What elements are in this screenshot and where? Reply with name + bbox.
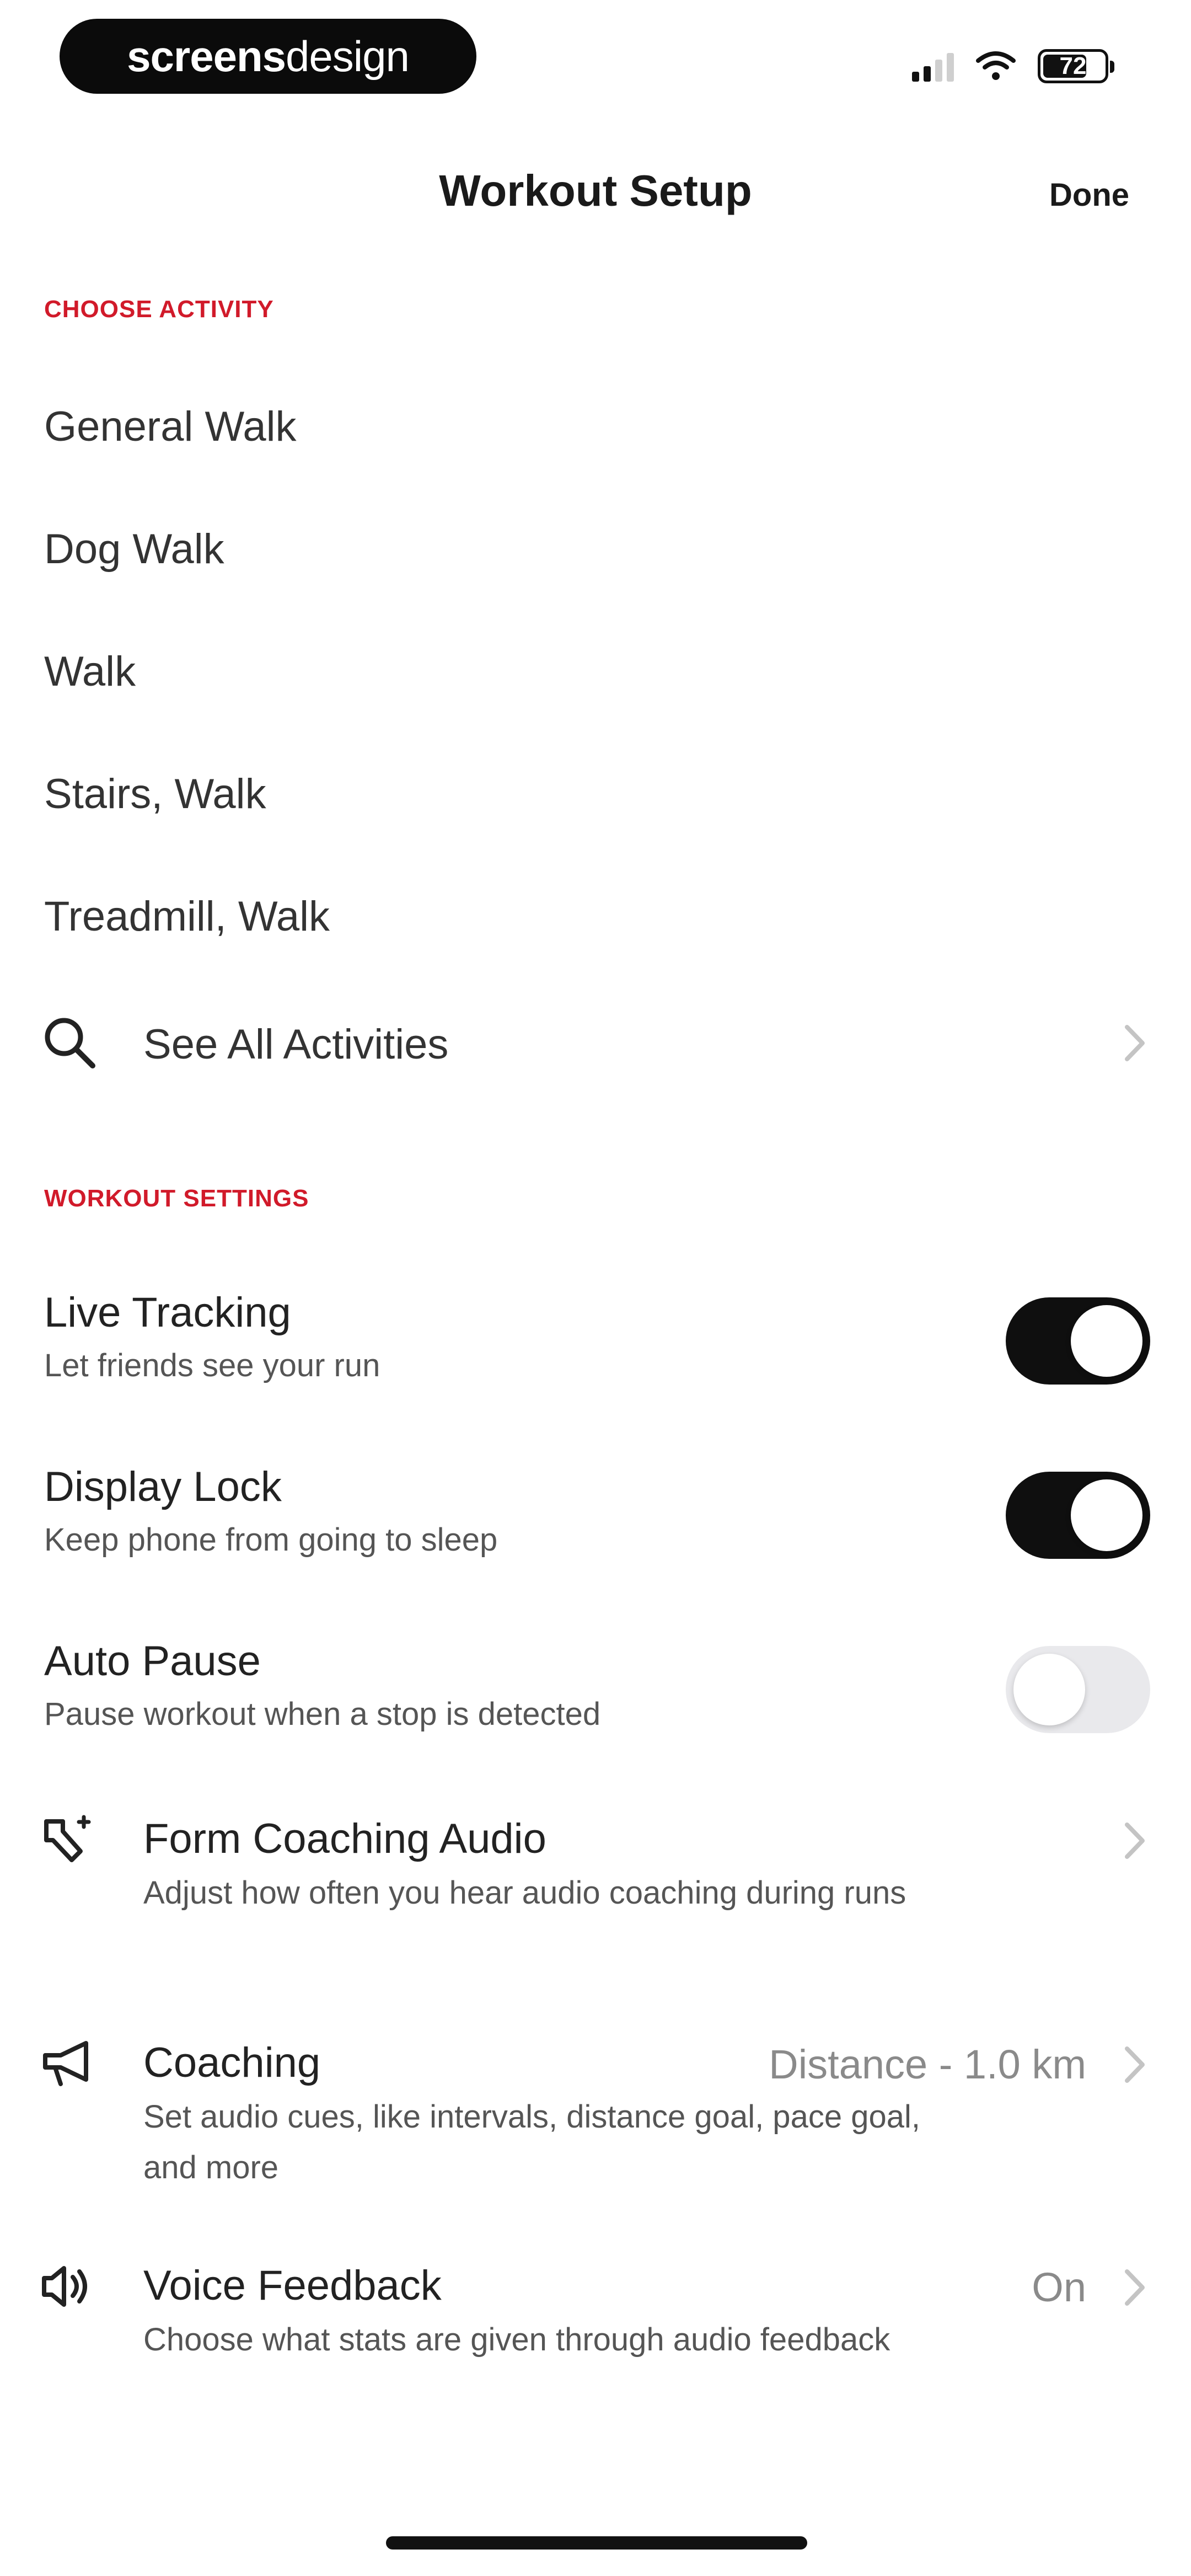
battery-icon: 72	[1038, 49, 1114, 83]
setting-row-voice-feedback[interactable]: Voice Feedback On Choose what stats are …	[0, 2256, 1191, 2422]
see-all-activities-label: See All Activities	[143, 1021, 449, 1068]
navigation-bar: Workout Setup Done	[0, 143, 1191, 243]
toggle-knob	[1071, 1305, 1142, 1377]
setting-row-auto-pause: Auto Pause Pause workout when a stop is …	[0, 1634, 1191, 1761]
brand-text-part1: screens	[127, 31, 286, 81]
home-indicator	[386, 2536, 807, 2550]
setting-title-live-tracking: Live Tracking	[44, 1289, 291, 1336]
display-lock-toggle[interactable]	[1006, 1472, 1150, 1559]
form-coaching-audio-title: Form Coaching Audio	[143, 1815, 546, 1862]
toggle-knob	[1013, 1654, 1085, 1725]
search-icon	[45, 1018, 95, 1068]
activity-item-stairs-walk[interactable]: Stairs, Walk	[44, 770, 266, 818]
setting-subtitle-live-tracking: Let friends see your run	[44, 1348, 380, 1383]
form-coaching-icon	[44, 1815, 91, 1862]
setting-title-display-lock: Display Lock	[44, 1463, 282, 1510]
voice-feedback-value: On	[1032, 2264, 1086, 2310]
see-all-activities-row[interactable]: See All Activities	[0, 1004, 1191, 1081]
chevron-right-icon	[1125, 1823, 1145, 1859]
wifi-icon	[976, 51, 1016, 80]
setting-row-display-lock: Display Lock Keep phone from going to sl…	[0, 1460, 1191, 1586]
battery-percent: 72	[1059, 52, 1087, 79]
setting-subtitle-display-lock: Keep phone from going to sleep	[44, 1522, 498, 1558]
setting-row-coaching[interactable]: Coaching Distance - 1.0 km Set audio cue…	[0, 2033, 1191, 2199]
activity-item-dog-walk[interactable]: Dog Walk	[44, 525, 224, 573]
chevron-right-icon	[1125, 1025, 1145, 1061]
page-title: Workout Setup	[439, 166, 752, 215]
activity-item-walk[interactable]: Walk	[44, 648, 136, 696]
activity-item-general-walk[interactable]: General Walk	[44, 403, 297, 451]
chevron-right-icon	[1125, 2046, 1145, 2083]
activity-item-treadmill-walk[interactable]: Treadmill, Walk	[44, 892, 330, 940]
voice-feedback-title: Voice Feedback	[143, 2262, 442, 2309]
cellular-signal-icon	[912, 51, 954, 82]
setting-title-auto-pause: Auto Pause	[44, 1638, 261, 1685]
setting-subtitle-auto-pause: Pause workout when a stop is detected	[44, 1696, 601, 1732]
live-tracking-toggle[interactable]	[1006, 1297, 1150, 1385]
section-header-choose-activity: CHOOSE ACTIVITY	[44, 296, 274, 323]
auto-pause-toggle[interactable]	[1006, 1646, 1150, 1733]
brand-text-part2: design	[286, 31, 410, 81]
coaching-title: Coaching	[143, 2039, 321, 2086]
voice-feedback-subtitle: Choose what stats are given through audi…	[143, 2322, 890, 2358]
chevron-right-icon	[1125, 2269, 1145, 2306]
section-header-workout-settings: WORKOUT SETTINGS	[44, 1185, 309, 1212]
brand-logo: screensdesign	[60, 19, 476, 94]
coaching-subtitle: Set audio cues, like intervals, distance…	[143, 2099, 920, 2185]
form-coaching-audio-subtitle: Adjust how often you hear audio coaching…	[143, 1875, 906, 1911]
coaching-value: Distance - 1.0 km	[769, 2041, 1086, 2087]
toggle-knob	[1071, 1479, 1142, 1551]
setting-row-live-tracking: Live Tracking Let friends see your run	[0, 1285, 1191, 1412]
megaphone-icon	[43, 2041, 88, 2086]
setting-row-form-coaching-audio[interactable]: Form Coaching Audio Adjust how often you…	[0, 1809, 1191, 1975]
status-icons: 72	[912, 44, 1114, 88]
speaker-icon	[42, 2266, 87, 2307]
done-button[interactable]: Done	[1049, 177, 1129, 213]
status-bar: screensdesign 72	[0, 0, 1191, 110]
brand-text: screensdesign	[127, 31, 410, 82]
